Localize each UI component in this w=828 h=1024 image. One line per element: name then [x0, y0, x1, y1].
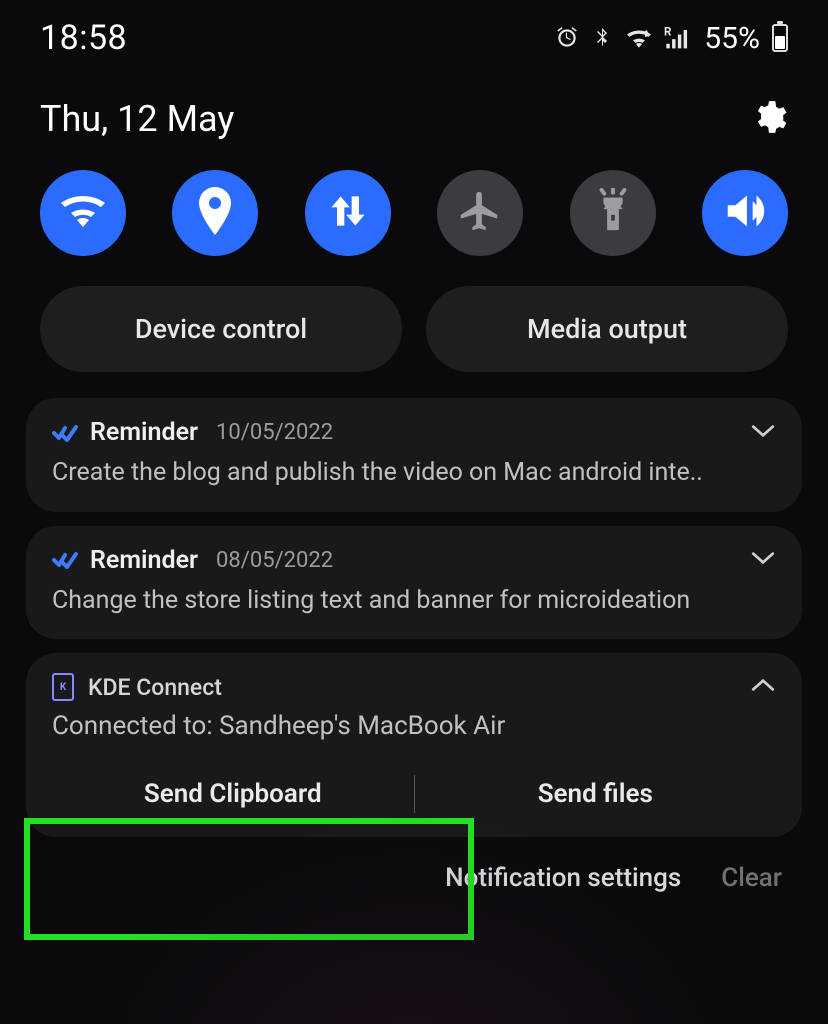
date-text: Thu, 12 May: [40, 98, 234, 140]
reminder-app-icon: [52, 420, 78, 446]
reminder-app-icon: [52, 547, 78, 573]
chevron-down-icon[interactable]: [750, 423, 776, 443]
date-row: Thu, 12 May: [0, 64, 828, 150]
chevron-down-icon[interactable]: [750, 550, 776, 570]
notification-timestamp: 08/05/2022: [216, 548, 333, 573]
wifi-status-icon: [624, 26, 654, 50]
notification-settings-link[interactable]: Notification settings: [445, 863, 681, 893]
status-bar: 18:58 R 55%: [0, 0, 828, 64]
qs-wifi-tile[interactable]: [40, 170, 126, 256]
speaker-icon: [722, 189, 768, 237]
notification-footer: Notification settings Clear: [0, 837, 828, 893]
notification-app-name: KDE Connect: [88, 674, 222, 701]
kde-notification-card[interactable]: K KDE Connect Connected to: Sandheep's M…: [26, 653, 802, 837]
chevron-up-icon[interactable]: [750, 677, 776, 697]
notification-app-name: Reminder: [90, 418, 198, 447]
device-control-button[interactable]: Device control: [40, 286, 402, 372]
battery-icon: [772, 24, 788, 52]
notification-card[interactable]: Reminder 08/05/2022 Change the store lis…: [26, 526, 802, 640]
flashlight-icon: [593, 188, 633, 238]
kde-connect-icon: K: [52, 673, 74, 701]
send-files-button[interactable]: Send files: [415, 763, 777, 825]
media-output-button[interactable]: Media output: [426, 286, 788, 372]
location-icon: [195, 187, 235, 239]
clear-button[interactable]: Clear: [721, 863, 782, 893]
status-icons: R 55%: [554, 21, 788, 56]
notification-timestamp: 10/05/2022: [216, 420, 333, 445]
settings-gear-icon[interactable]: [750, 98, 788, 140]
send-clipboard-button[interactable]: Send Clipboard: [52, 763, 414, 825]
qs-sound-tile[interactable]: [702, 170, 788, 256]
wifi-icon: [59, 191, 107, 235]
notification-body: Create the blog and publish the video on…: [52, 457, 776, 490]
notification-card[interactable]: Reminder 10/05/2022 Create the blog and …: [26, 398, 802, 512]
kde-connected-text: Connected to: Sandheep's MacBook Air: [52, 711, 776, 741]
status-time: 18:58: [40, 18, 127, 58]
qs-mobiledata-tile[interactable]: [305, 170, 391, 256]
signal-icon: R: [664, 25, 694, 51]
quick-settings-row: [0, 150, 828, 280]
battery-percent: 55%: [704, 21, 760, 56]
qs-flashlight-tile[interactable]: [570, 170, 656, 256]
data-arrows-icon: [326, 189, 370, 237]
qs-airplane-tile[interactable]: [437, 170, 523, 256]
bluetooth-icon: [590, 25, 614, 51]
kde-action-row: Send Clipboard Send files: [52, 763, 776, 825]
qs-location-tile[interactable]: [172, 170, 258, 256]
notification-app-name: Reminder: [90, 546, 198, 575]
alarm-icon: [554, 25, 580, 51]
notification-list: Reminder 10/05/2022 Create the blog and …: [0, 398, 828, 837]
control-panel-row: Device control Media output: [0, 280, 828, 398]
svg-text:R: R: [664, 25, 672, 39]
notification-body: Change the store listing text and banner…: [52, 585, 776, 618]
airplane-icon: [457, 188, 503, 238]
